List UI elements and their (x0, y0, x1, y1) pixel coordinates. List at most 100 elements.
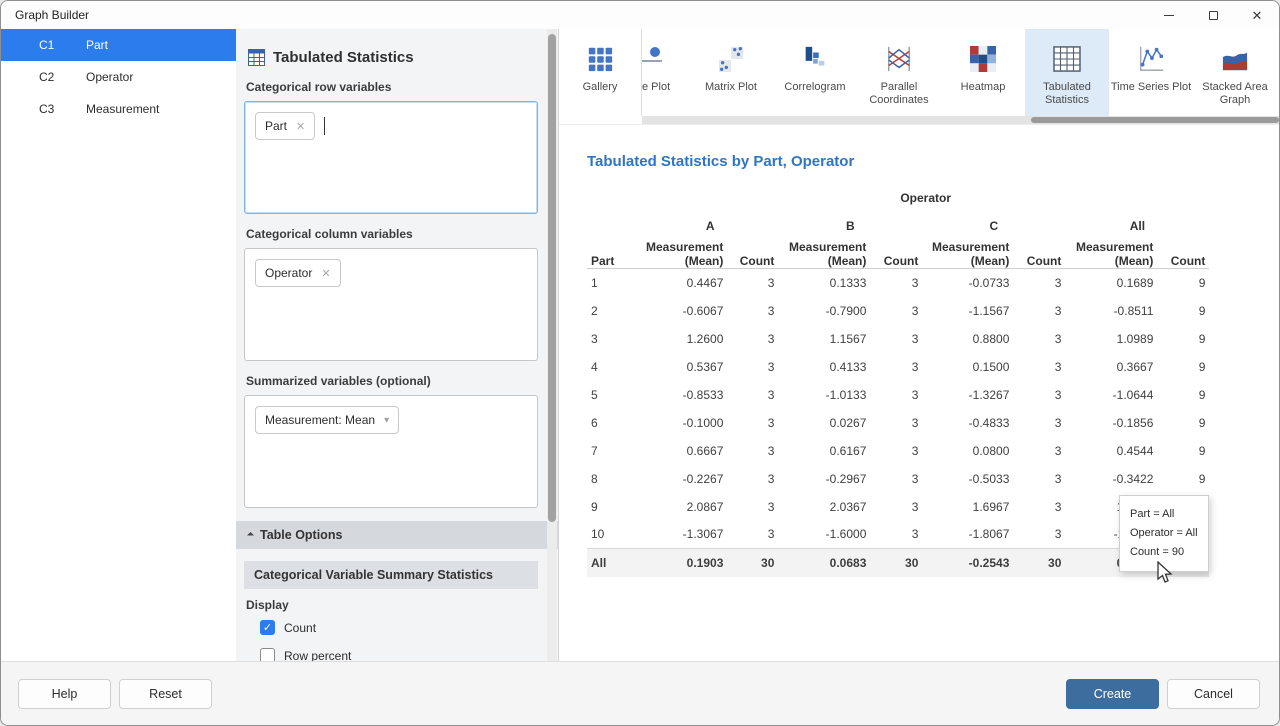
close-button[interactable]: ✕ (1235, 1, 1279, 29)
matrix-plot-icon (717, 44, 745, 74)
summarized-variables-input[interactable]: Measurement: Mean ▾ (244, 395, 538, 508)
measurement-mean-header: Measurement(Mean) (922, 240, 1013, 269)
sidebar-item-part[interactable]: C1 Part (1, 29, 236, 61)
chevron-down-icon: ▾ (384, 415, 389, 426)
table-row: 70.666730.616730.080030.45449 (587, 437, 1209, 465)
display-label: Display (246, 598, 538, 612)
column-id: C3 (39, 102, 86, 116)
plot-icon (642, 44, 682, 74)
table-row: 6-0.100030.02673-0.48333-0.18569 (587, 409, 1209, 437)
dialog-footer: Help Reset Create Cancel (1, 661, 1279, 725)
close-icon: ✕ (1252, 9, 1263, 22)
part-chip[interactable]: Part ✕ (255, 112, 315, 140)
column-variables-label: Categorical column variables (246, 227, 538, 241)
summarized-variables-label: Summarized variables (optional) (246, 374, 538, 388)
scrollbar-thumb[interactable] (1031, 117, 1279, 123)
operator-span-header: Operator (642, 184, 1209, 212)
count-column-header: Count (870, 240, 922, 269)
gallery-item-stacked-area-graph[interactable]: Stacked Area Graph (1193, 29, 1277, 116)
cancel-button[interactable]: Cancel (1167, 679, 1260, 709)
results-title: Tabulated Statistics by Part, Operator (587, 153, 1279, 170)
window-title: Graph Builder (1, 8, 1147, 22)
measurement-mean-header: Measurement(Mean) (1065, 240, 1157, 269)
table-row: 8-0.22673-0.29673-0.50333-0.34229 (587, 465, 1209, 493)
row-variables-input[interactable]: Part ✕ (244, 101, 538, 214)
table-row: 2-0.60673-0.79003-1.15673-0.85119 (587, 297, 1209, 325)
gallery-item-matrix-plot[interactable]: Matrix Plot (689, 29, 773, 116)
scrollbar-thumb[interactable] (548, 34, 556, 522)
graph-gallery: Gallery e Plot Matrix Plot (559, 29, 1279, 125)
maximize-icon (1209, 11, 1218, 20)
gallery-item-time-series-plot[interactable]: Time Series Plot (1109, 29, 1193, 116)
graph-builder-window: Graph Builder ✕ C1 Part C2 Operator C3 M… (0, 0, 1280, 726)
count-column-header: Count (1013, 240, 1065, 269)
measurement-mean-chip[interactable]: Measurement: Mean ▾ (255, 406, 399, 434)
table-body: 10.446730.13333-0.073330.168992-0.60673-… (587, 269, 1209, 577)
sidebar-item-operator[interactable]: C2 Operator (1, 61, 236, 93)
row-percent-checkbox[interactable]: Row percent (260, 648, 538, 661)
remove-chip-icon[interactable]: ✕ (321, 267, 330, 280)
count-column-header: Count (727, 240, 778, 269)
table-row: All0.1903300.068330-0.2543300.001490 (587, 549, 1209, 577)
column-label: Part (86, 38, 108, 52)
builder-panel: Tabulated Statistics Categorical row var… (236, 29, 558, 661)
sidebar-item-measurement[interactable]: C3 Measurement (1, 93, 236, 125)
column-label: Operator (86, 70, 133, 84)
create-button[interactable]: Create (1066, 679, 1159, 709)
count-checkbox[interactable]: ✓ Count (260, 620, 538, 635)
group-header-a: A (642, 212, 778, 240)
column-label: Measurement (86, 102, 159, 116)
time-series-plot-icon (1137, 44, 1165, 74)
maximize-button[interactable] (1191, 1, 1235, 29)
correlogram-icon (801, 44, 829, 74)
main-area: Gallery e Plot Matrix Plot (558, 29, 1279, 661)
collapse-icon (247, 531, 254, 538)
table-options-header[interactable]: Table Options (236, 521, 558, 549)
panel-scrollbar[interactable] (547, 29, 557, 661)
stacked-area-graph-icon (1221, 44, 1249, 74)
gallery-item-heatmap[interactable]: Heatmap (941, 29, 1025, 116)
statistics-table: Operator A B C All Part Measurement(Mean… (587, 184, 1209, 577)
window-controls: ✕ (1147, 1, 1279, 29)
measurement-mean-header: Measurement(Mean) (778, 240, 870, 269)
tabulated-statistics-icon (1053, 44, 1081, 74)
count-column-header: Count (1157, 240, 1209, 269)
gallery-item-tabulated-statistics[interactable]: Tabulated Statistics (1025, 29, 1109, 116)
minimize-button[interactable] (1147, 1, 1191, 29)
title-bar: Graph Builder ✕ (1, 1, 1279, 29)
group-header-all: All (1065, 212, 1209, 240)
group-header-c: C (922, 212, 1065, 240)
checkbox-icon (260, 648, 275, 661)
table-row: 40.536730.413330.150030.36679 (587, 353, 1209, 381)
table-row: 92.086732.036731.696731.94009 (587, 493, 1209, 521)
summary-statistics-header: Categorical Variable Summary Statistics (244, 561, 538, 589)
gallery-item-parallel-coordinates[interactable]: Parallel Coordinates (857, 29, 941, 116)
parallel-coordinates-icon (885, 44, 913, 74)
table-icon (248, 49, 265, 66)
minimize-icon (1164, 15, 1174, 16)
variables-sidebar: C1 Part C2 Operator C3 Measurement (1, 29, 236, 661)
gallery-item-correlogram[interactable]: Correlogram (773, 29, 857, 116)
heatmap-icon (970, 44, 996, 74)
column-variables-input[interactable]: Operator ✕ (244, 248, 538, 361)
gallery-scrollbar[interactable] (559, 116, 1279, 124)
measurement-mean-header: Measurement(Mean) (642, 240, 727, 269)
help-button[interactable]: Help (18, 679, 111, 709)
panel-title: Tabulated Statistics (273, 49, 414, 66)
group-header-b: B (778, 212, 922, 240)
results-pane: Tabulated Statistics by Part, Operator O… (559, 125, 1279, 661)
operator-chip[interactable]: Operator ✕ (255, 259, 341, 287)
row-variables-label: Categorical row variables (246, 80, 538, 94)
gallery-grid-icon (586, 44, 614, 74)
column-id: C2 (39, 70, 86, 84)
table-row: 10-1.30673-1.60003-1.80673-1.57119 (587, 521, 1209, 549)
checkbox-icon: ✓ (260, 620, 275, 635)
remove-chip-icon[interactable]: ✕ (296, 120, 305, 133)
reset-button[interactable]: Reset (119, 679, 212, 709)
gallery-tab[interactable]: Gallery (559, 29, 642, 116)
table-row: 5-0.85333-1.01333-1.32673-1.06449 (587, 381, 1209, 409)
text-cursor (324, 117, 325, 135)
gallery-item-plot-clipped[interactable]: e Plot (642, 29, 689, 116)
part-column-header: Part (587, 240, 642, 269)
column-id: C1 (39, 38, 86, 52)
